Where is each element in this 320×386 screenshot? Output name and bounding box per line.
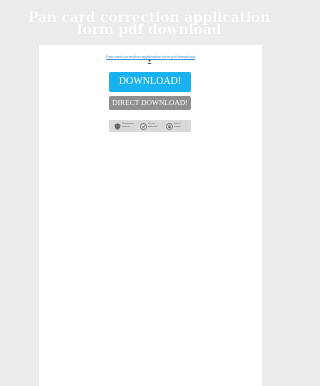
check-shield-icon (140, 122, 147, 130)
badge-label: Safe & private (174, 123, 181, 128)
shield-icon (114, 122, 121, 130)
page: Pan card correction application form pdf… (0, 0, 298, 386)
badge-label: Checked by antivirus (122, 123, 134, 128)
direct-download-button[interactable]: DIRECT DOWNLOAD! (109, 96, 191, 110)
badge-safe: Safe & private (166, 122, 186, 130)
lock-icon (166, 122, 173, 130)
download-button[interactable]: DOWNLOAD! (109, 72, 191, 92)
user-icon (147, 59, 152, 64)
page-title: Pan card correction application form pdf… (27, 10, 271, 38)
content-card: Pan card correction application form pdf… (39, 45, 262, 386)
badge-antivirus: Checked by antivirus (114, 122, 134, 130)
badge-label: Secure download (148, 123, 158, 128)
badge-secure: Secure download (140, 122, 160, 130)
trust-badges: Checked by antivirus Secure download Saf… (109, 120, 191, 132)
